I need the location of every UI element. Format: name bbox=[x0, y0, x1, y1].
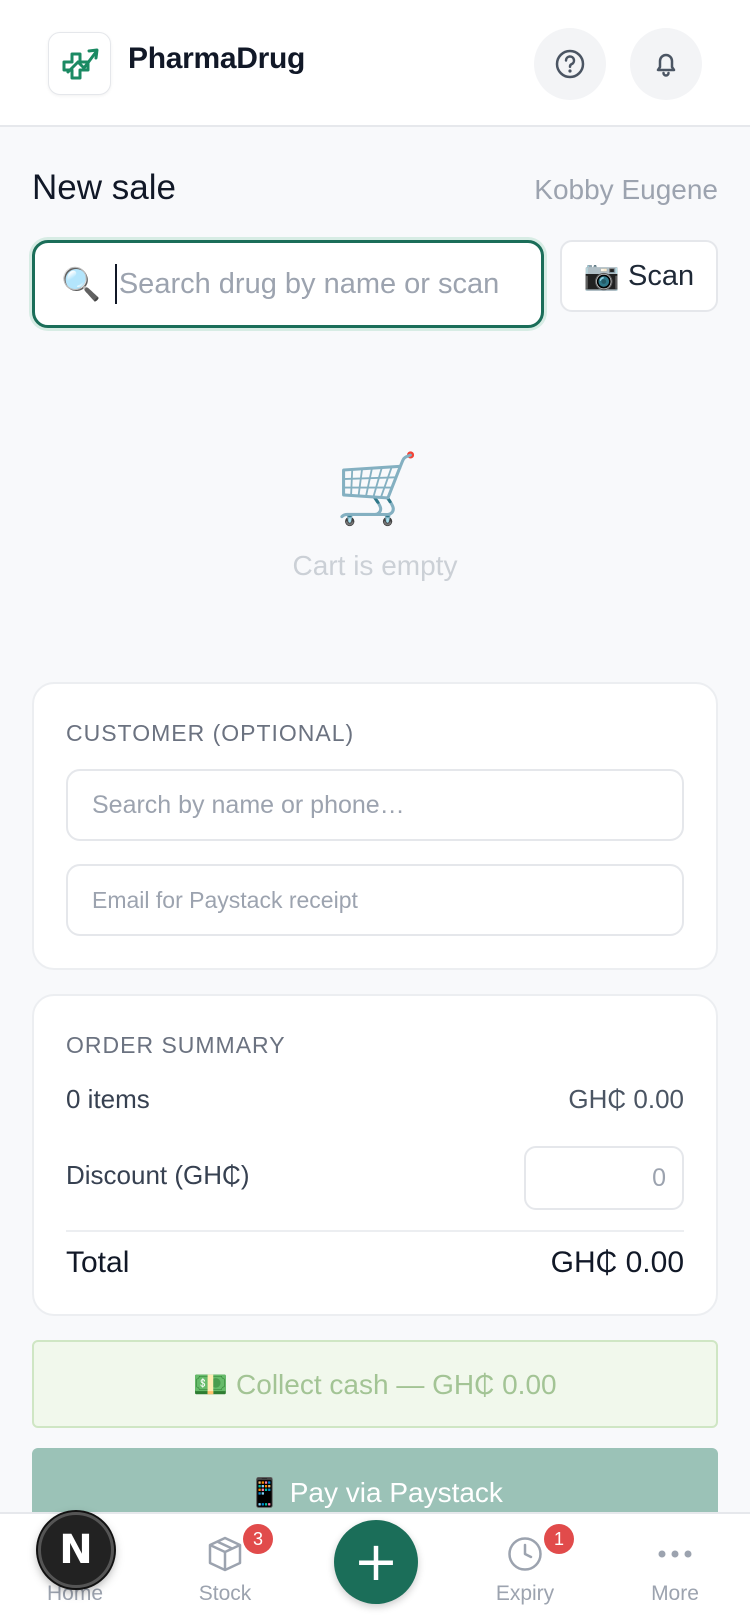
nav-expiry[interactable]: 1 Expiry bbox=[465, 1514, 585, 1624]
brand-name: PharmaDrug bbox=[128, 42, 306, 75]
customer-email-input[interactable] bbox=[66, 864, 684, 936]
stock-badge: 3 bbox=[243, 1524, 273, 1554]
brand-logo bbox=[48, 32, 111, 95]
nav-stock-label: Stock bbox=[198, 1582, 252, 1605]
items-row: 0 items GH₵ 0.00 bbox=[66, 1084, 684, 1115]
app-header: PharmaDrug bbox=[0, 0, 750, 127]
total-row: Total GH₵ 0.00 bbox=[66, 1246, 684, 1280]
page-title: New sale bbox=[32, 168, 176, 207]
nav-more[interactable]: More bbox=[615, 1514, 735, 1624]
cashier-name: Kobby Eugene bbox=[534, 174, 718, 205]
discount-row: Discount (GH₵) bbox=[66, 1160, 466, 1191]
discount-label: Discount (GH₵) bbox=[66, 1160, 250, 1190]
bell-icon bbox=[656, 53, 676, 77]
items-subtotal: GH₵ 0.00 bbox=[568, 1084, 684, 1114]
notifications-button[interactable] bbox=[630, 28, 702, 100]
box-icon bbox=[208, 1536, 242, 1572]
nav-more-label: More bbox=[651, 1582, 699, 1605]
help-circle-icon bbox=[555, 49, 585, 79]
nav-stock[interactable]: 3 Stock bbox=[165, 1514, 285, 1624]
add-button[interactable]: + bbox=[334, 1520, 418, 1604]
drug-search-input[interactable] bbox=[114, 264, 515, 304]
expiry-badge: 1 bbox=[544, 1524, 574, 1554]
shopping-cart-icon: 🛒 bbox=[335, 451, 420, 527]
customer-search-input[interactable] bbox=[66, 769, 684, 841]
customer-heading: CUSTOMER (OPTIONAL) bbox=[66, 720, 355, 746]
search-icon: 🔍 bbox=[61, 266, 101, 302]
collect-cash-button[interactable]: 💵 Collect cash — GH₵ 0.00 bbox=[32, 1340, 718, 1428]
home-avatar[interactable]: N bbox=[38, 1512, 114, 1588]
total-label: Total bbox=[66, 1246, 130, 1279]
discount-input[interactable] bbox=[524, 1146, 684, 1210]
total-value: GH₵ 0.00 bbox=[550, 1246, 684, 1279]
drug-search-box[interactable]: 🔍 bbox=[32, 240, 544, 328]
summary-divider bbox=[66, 1230, 684, 1232]
new-sale-screen: PharmaDrug New sale Kobby Eugene 🔍 📷 Sca… bbox=[0, 0, 750, 1624]
scan-button[interactable]: 📷 Scan bbox=[560, 240, 718, 312]
order-summary-card: ORDER SUMMARY 0 items GH₵ 0.00 Discount … bbox=[32, 994, 718, 1316]
clock-icon bbox=[508, 1537, 542, 1571]
more-dots-icon bbox=[658, 1550, 692, 1558]
cart-empty-message: Cart is empty bbox=[292, 550, 458, 581]
items-count: 0 items bbox=[66, 1084, 150, 1114]
help-button[interactable] bbox=[534, 28, 606, 100]
order-summary-heading: ORDER SUMMARY bbox=[66, 1032, 286, 1058]
pharmacy-cross-icon bbox=[62, 48, 98, 79]
customer-card: CUSTOMER (OPTIONAL) bbox=[32, 682, 718, 970]
nav-expiry-label: Expiry bbox=[495, 1582, 555, 1605]
